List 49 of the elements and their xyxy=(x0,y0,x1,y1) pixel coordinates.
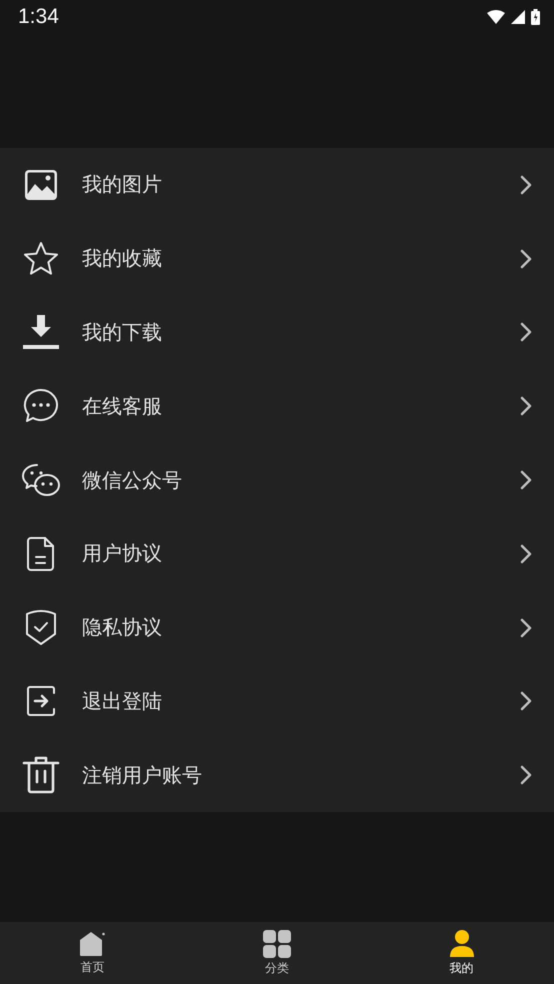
menu-item[interactable]: 用户协议 xyxy=(0,516,554,591)
menu-item[interactable]: 注销用户账号 xyxy=(0,738,554,812)
shield-check-icon xyxy=(24,608,58,647)
menu-item[interactable]: 隐私协议 xyxy=(0,590,554,665)
trash-icon xyxy=(22,756,60,794)
menu-item[interactable]: 在线客服 xyxy=(0,369,554,444)
user-icon xyxy=(448,930,475,958)
menu-item-label: 隐私协议 xyxy=(82,614,163,642)
chevron-right-icon xyxy=(520,470,532,490)
nav-tab[interactable]: 首页 xyxy=(0,922,185,984)
image-icon xyxy=(24,168,58,201)
download-icon xyxy=(22,314,60,350)
menu-item[interactable]: 我的下载 xyxy=(0,296,554,370)
battery-icon xyxy=(531,9,540,25)
nav-tab[interactable]: 我的 xyxy=(369,922,554,984)
chevron-right-icon xyxy=(520,174,532,195)
menu-item-label: 在线客服 xyxy=(82,392,163,420)
status-time: 1:34 xyxy=(18,5,59,29)
document-icon xyxy=(26,536,56,572)
chevron-right-icon xyxy=(520,618,532,638)
menu-item[interactable]: 我的图片 xyxy=(0,148,554,222)
logout-icon xyxy=(25,685,57,718)
signal-icon xyxy=(511,10,525,24)
chat-bubble-icon xyxy=(23,388,59,424)
menu-item[interactable]: 我的收藏 xyxy=(0,222,554,296)
chevron-right-icon xyxy=(520,765,532,786)
wechat-icon xyxy=(22,463,60,498)
menu-item-label: 退出登陆 xyxy=(82,688,163,715)
menu-item-label: 我的下载 xyxy=(82,318,163,346)
chevron-right-icon xyxy=(520,396,532,416)
menu-item[interactable]: 微信公众号 xyxy=(0,443,554,517)
menu-item-label: 我的收藏 xyxy=(82,245,163,272)
nav-tab[interactable]: 分类 xyxy=(184,922,370,984)
chevron-right-icon xyxy=(520,544,532,564)
chevron-right-icon xyxy=(520,691,532,712)
nav-tab-label: 首页 xyxy=(80,958,104,976)
nav-tab-label: 我的 xyxy=(450,960,474,976)
grid-icon xyxy=(263,930,291,958)
menu-item[interactable]: 退出登陆 xyxy=(0,664,554,738)
home-icon xyxy=(79,930,106,956)
menu-item-label: 注销用户账号 xyxy=(82,762,203,789)
star-icon xyxy=(22,240,60,277)
chevron-right-icon xyxy=(520,248,532,269)
wifi-icon xyxy=(487,10,505,24)
menu-item-label: 用户协议 xyxy=(82,540,163,568)
chevron-right-icon xyxy=(520,322,532,342)
menu-item-label: 微信公众号 xyxy=(82,466,183,494)
nav-tab-label: 分类 xyxy=(265,960,289,976)
menu-item-label: 我的图片 xyxy=(82,171,163,198)
